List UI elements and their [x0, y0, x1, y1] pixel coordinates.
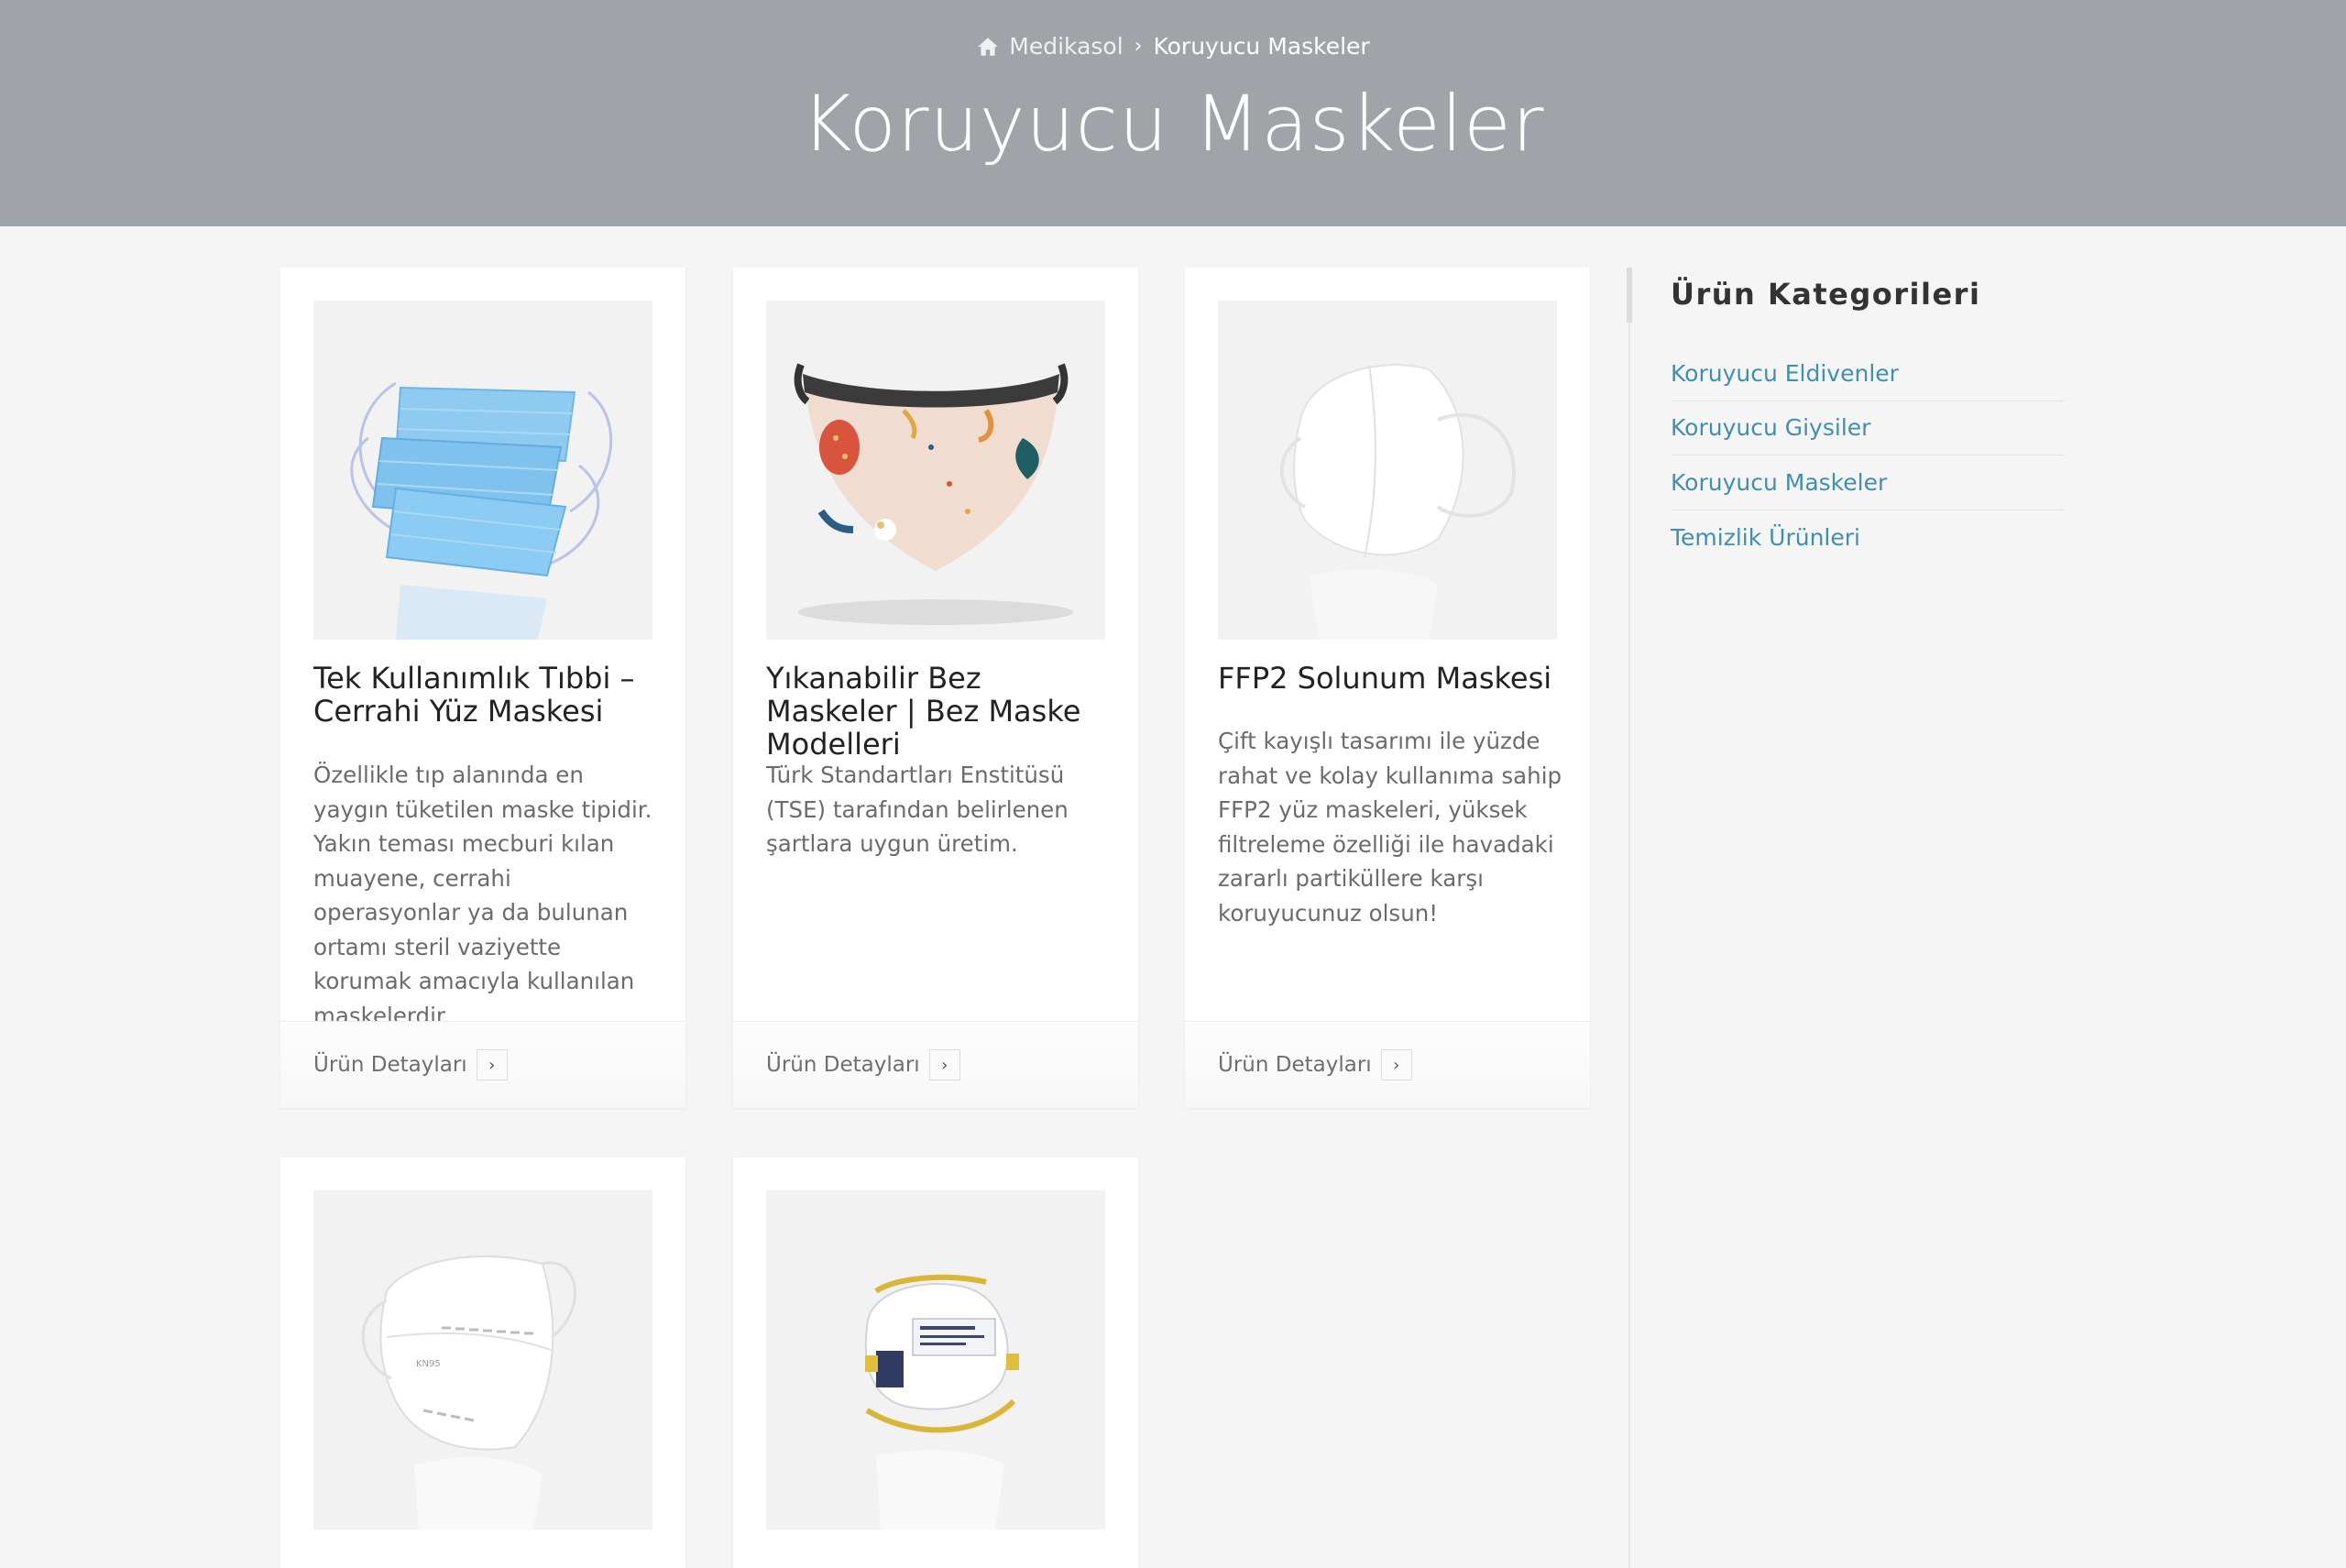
product-image[interactable]	[766, 1190, 1105, 1530]
product-details-link[interactable]: Ürün Detayları ›	[313, 1049, 508, 1080]
sidebar-divider-accent	[1627, 268, 1632, 323]
product-card	[733, 1157, 1138, 1568]
category-link-temizlik-urunleri[interactable]: Temizlik Ürünleri	[1671, 524, 1860, 551]
product-details-label: Ürün Detayları	[766, 1053, 920, 1077]
product-description: Türk Standartları Enstitüsü (TSE) tarafı…	[766, 762, 1069, 857]
product-description: Çift kayışlı tasarımı ile yüzde rahat ve…	[1218, 728, 1562, 927]
n95-mask-icon	[766, 1190, 1105, 1530]
category-list: Koruyucu Eldivenler Koruyucu Giysiler Ko…	[1671, 346, 2065, 565]
product-card-footer: Ürün Detayları ›	[280, 1021, 685, 1108]
product-details-link[interactable]: Ürün Detayları ›	[1218, 1049, 1412, 1080]
product-details-label: Ürün Detayları	[313, 1053, 467, 1077]
product-card: Yıkanabilir Bez Maskeler | Bez Maske Mod…	[733, 268, 1138, 1108]
product-image[interactable]	[1218, 301, 1557, 640]
chevron-right-icon: ›	[1380, 1049, 1412, 1080]
product-image[interactable]: KN95	[313, 1190, 652, 1530]
product-description: Özellikle tıp alanında en yaygın tüketil…	[313, 762, 652, 1029]
product-details-link[interactable]: Ürün Detayları ›	[766, 1049, 960, 1080]
chevron-right-icon: ›	[928, 1049, 960, 1080]
kn95-mask-icon: KN95	[313, 1190, 652, 1530]
product-card: KN95	[280, 1157, 685, 1568]
product-card: Tek Kullanımlık Tıbbi – Cerrahi Yüz Mask…	[280, 268, 685, 1108]
kn95-label: KN95	[416, 1359, 441, 1369]
page-title: Koruyucu Maskeler	[801, 79, 1545, 169]
category-item: Temizlik Ürünleri	[1671, 510, 2065, 565]
product-image[interactable]	[766, 301, 1105, 640]
breadcrumb: Medikasol › Koruyucu Maskeler	[0, 30, 2346, 63]
category-item: Koruyucu Giysiler	[1671, 401, 2065, 455]
home-icon[interactable]	[976, 35, 1000, 59]
product-card-footer: Ürün Detayları ›	[1185, 1021, 1590, 1108]
chevron-right-icon: ›	[1134, 35, 1143, 58]
product-title[interactable]: FFP2 Solunum Maskesi	[1218, 662, 1566, 695]
product-title[interactable]: Tek Kullanımlık Tıbbi – Cerrahi Yüz Mask…	[313, 662, 662, 728]
page-header-banner: Medikasol › Koruyucu Maskeler Koruyucu M…	[0, 0, 2346, 226]
product-details-label: Ürün Detayları	[1218, 1053, 1372, 1077]
category-item: Koruyucu Eldivenler	[1671, 346, 2065, 401]
cloth-mask-icon	[766, 301, 1105, 640]
sidebar-divider	[1628, 268, 1630, 1568]
ffp2-mask-icon	[1218, 301, 1557, 640]
category-link-koruyucu-eldivenler[interactable]: Koruyucu Eldivenler	[1671, 360, 1899, 387]
breadcrumb-current: Koruyucu Maskeler	[1153, 33, 1370, 60]
chevron-right-icon: ›	[476, 1049, 508, 1080]
category-link-koruyucu-maskeler[interactable]: Koruyucu Maskeler	[1671, 469, 1887, 496]
product-card: FFP2 Solunum Maskesi Çift kayışlı tasarı…	[1185, 268, 1590, 1108]
sidebar-title: Ürün Kategorileri	[1671, 277, 1981, 312]
category-item: Koruyucu Maskeler	[1671, 455, 2065, 510]
surgical-mask-icon	[313, 301, 652, 640]
product-title[interactable]: Yıkanabilir Bez Maskeler | Bez Maske Mod…	[766, 662, 1114, 761]
category-link-koruyucu-giysiler[interactable]: Koruyucu Giysiler	[1671, 414, 1870, 441]
product-card-footer: Ürün Detayları ›	[733, 1021, 1138, 1108]
product-image[interactable]	[313, 301, 652, 640]
breadcrumb-home-link[interactable]: Medikasol	[1009, 30, 1123, 63]
